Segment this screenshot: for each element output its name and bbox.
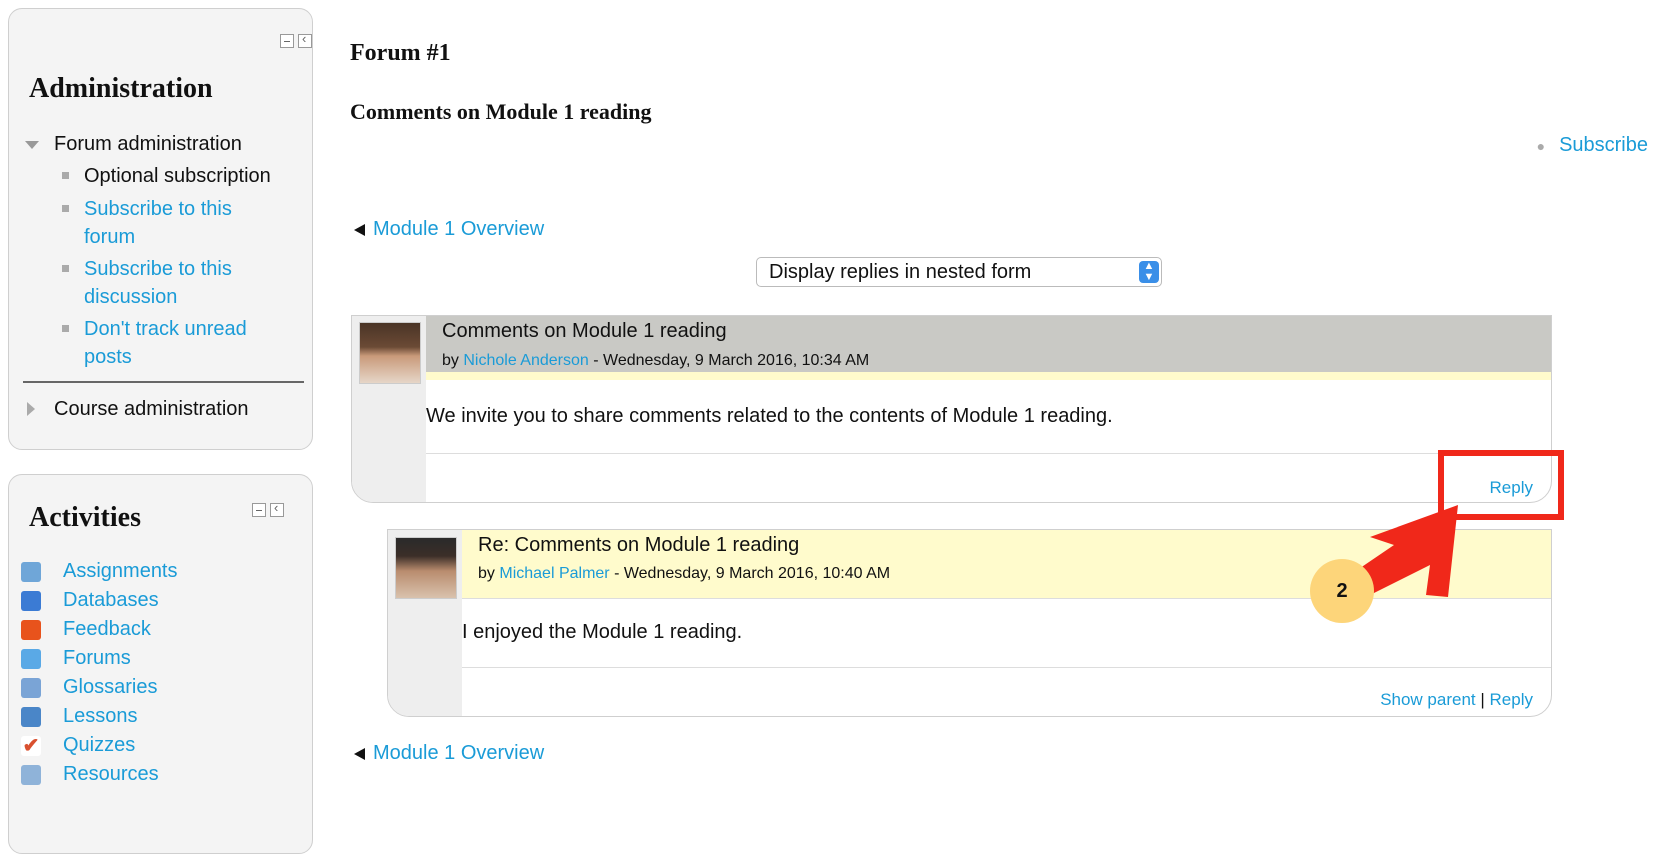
post-message: I enjoyed the Module 1 reading. <box>462 621 743 643</box>
avatar[interactable] <box>359 322 421 384</box>
post-commands: Show parent | Reply <box>1380 690 1533 710</box>
resource-icon <box>21 765 41 785</box>
database-icon <box>21 591 41 611</box>
author-link[interactable]: Nichole Anderson <box>463 352 588 369</box>
previous-nav: Module 1 Overview <box>354 218 544 241</box>
back-arrow-icon <box>354 223 365 236</box>
show-parent-link[interactable]: Show parent <box>1380 690 1475 709</box>
forum-icon <box>21 649 41 669</box>
author-link[interactable]: Michael Palmer <box>499 565 609 582</box>
collapse-block-icon[interactable] <box>252 503 266 517</box>
select-arrows-icon: ▲ ▼ <box>1139 261 1159 283</box>
post-header-strip <box>426 372 1551 380</box>
dock-block-icon[interactable] <box>270 500 284 517</box>
post-byline: by Nichole Anderson - Wednesday, 9 March… <box>442 352 870 369</box>
glossary-icon <box>21 678 41 698</box>
step-badge: 2 <box>1310 559 1374 623</box>
display-mode-select[interactable]: Display replies in nested form ▲ ▼ <box>756 257 1162 287</box>
subscribe-discussion-link[interactable]: Subscribe to this discussion <box>84 255 232 311</box>
bullet-icon: ● <box>1536 138 1546 154</box>
post-divider <box>426 453 1551 454</box>
activities-block: Activities Assignments Databases Feedbac… <box>8 474 313 854</box>
divider <box>23 381 304 383</box>
avatar[interactable] <box>395 537 457 599</box>
dock-block-icon[interactable] <box>298 31 312 48</box>
expanded-triangle-icon[interactable] <box>25 141 39 149</box>
post-subject: Comments on Module 1 reading <box>442 320 727 342</box>
activity-link[interactable]: Resources <box>63 760 159 789</box>
subscribe-forum-link[interactable]: Subscribe to this forum <box>84 195 232 251</box>
collapsed-triangle-icon[interactable] <box>27 402 35 416</box>
quiz-check-icon: ✔ <box>21 735 41 757</box>
activity-link[interactable]: Assignments <box>63 557 178 586</box>
bullet-icon <box>62 205 69 212</box>
activity-link[interactable]: Glossaries <box>63 673 157 702</box>
course-administration-node[interactable]: Course administration <box>54 395 249 423</box>
post-divider <box>462 667 1551 668</box>
activity-link[interactable]: Lessons <box>63 702 138 731</box>
post-byline: by Michael Palmer - Wednesday, 9 March 2… <box>478 565 891 582</box>
assignment-icon <box>21 562 41 582</box>
activity-link[interactable]: Databases <box>63 586 159 615</box>
activity-link[interactable]: Quizzes <box>63 731 135 760</box>
discussion-title: Comments on Module 1 reading <box>350 99 652 124</box>
bullet-icon <box>62 265 69 272</box>
post-subject: Re: Comments on Module 1 reading <box>478 534 800 556</box>
activity-link[interactable]: Forums <box>63 644 131 673</box>
activity-link[interactable]: Feedback <box>63 615 151 644</box>
forum-administration-node[interactable]: Forum administration <box>54 130 242 158</box>
next-nav: Module 1 Overview <box>354 742 544 765</box>
administration-block: Administration Forum administration Opti… <box>8 8 313 450</box>
display-mode-value: Display replies in nested form <box>769 261 1032 283</box>
subscribe-action: ● Subscribe <box>1537 134 1648 157</box>
forum-title: Forum #1 <box>350 40 451 66</box>
subscribe-link[interactable]: Subscribe <box>1559 134 1648 156</box>
back-arrow-icon <box>354 747 365 760</box>
command-separator: | <box>1480 690 1485 709</box>
bullet-icon <box>62 325 69 332</box>
post-message: We invite you to share comments related … <box>426 405 1113 427</box>
activities-title: Activities <box>29 502 141 533</box>
module-overview-link[interactable]: Module 1 Overview <box>373 742 544 764</box>
bullet-icon <box>62 172 69 179</box>
optional-subscription-label: Optional subscription <box>84 165 271 187</box>
collapse-block-icon[interactable] <box>280 34 294 48</box>
dont-track-unread-link[interactable]: Don't track unread posts <box>84 315 247 371</box>
forum-post: Comments on Module 1 reading by Nichole … <box>351 315 1552 503</box>
megaphone-icon <box>21 620 41 640</box>
reply-link[interactable]: Reply <box>1490 690 1533 709</box>
lesson-icon <box>21 707 41 727</box>
administration-title: Administration <box>29 73 213 104</box>
module-overview-link[interactable]: Module 1 Overview <box>373 218 544 240</box>
